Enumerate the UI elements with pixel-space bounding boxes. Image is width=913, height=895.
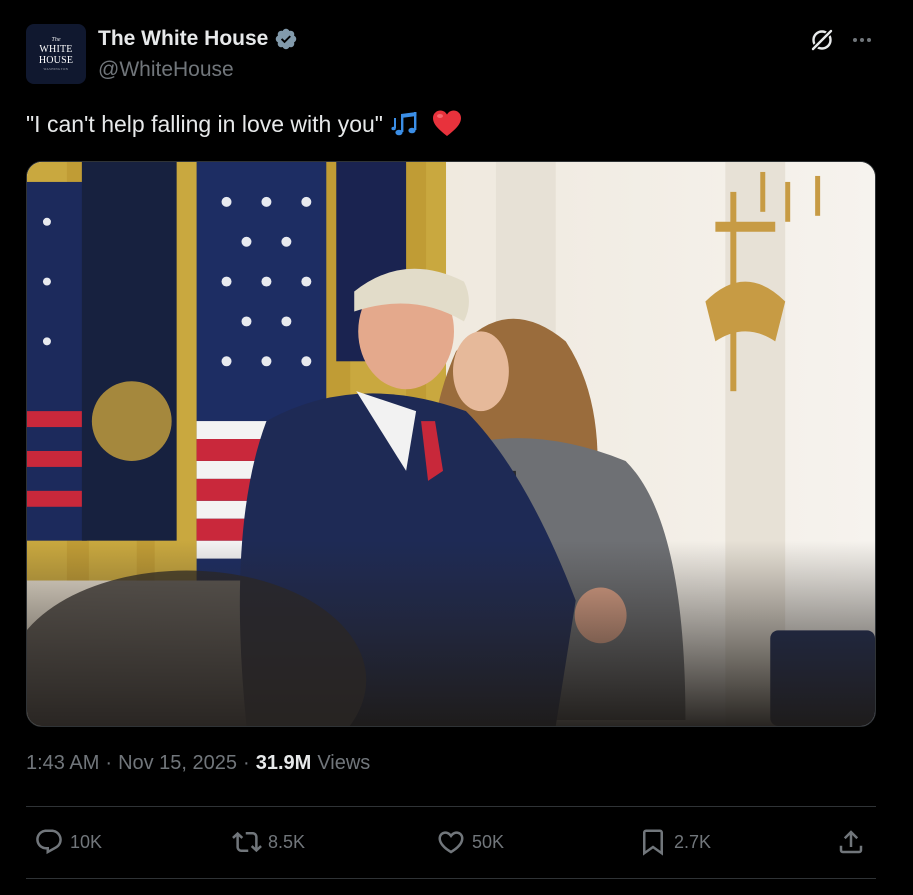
bookmark-button[interactable]: 2.7K xyxy=(638,826,711,858)
avatar-text-sub: WASHINGTON xyxy=(43,66,69,71)
display-name[interactable]: The White House xyxy=(98,27,268,51)
meta-separator: · xyxy=(243,752,250,774)
more-dot xyxy=(853,38,857,42)
share-button[interactable] xyxy=(836,826,866,858)
tweet-photo[interactable] xyxy=(26,161,876,727)
divider xyxy=(26,806,876,807)
photo-illustration xyxy=(27,162,875,726)
avatar-text-line2: HOUSE xyxy=(38,54,74,66)
reply-icon xyxy=(34,827,64,857)
verified-badge-icon[interactable] xyxy=(274,27,298,51)
retweet-icon xyxy=(232,827,262,857)
divider xyxy=(26,878,876,879)
bookmark-icon xyxy=(638,827,668,857)
tweet-text-row: "I can't help falling in love with you" xyxy=(26,108,463,140)
musical-notes-icon xyxy=(391,108,423,140)
views-label: Views xyxy=(317,752,371,774)
author-name-row: The White House xyxy=(98,27,298,51)
heart-icon xyxy=(436,827,466,857)
tweet-meta: 1:43 AM · Nov 15, 2025 · 31.9M Views xyxy=(26,752,370,775)
like-button[interactable]: 50K xyxy=(436,826,504,858)
reply-button[interactable]: 10K xyxy=(34,826,102,858)
more-dot xyxy=(867,38,871,42)
tweet-date[interactable]: Nov 15, 2025 xyxy=(118,752,237,775)
avatar-text-line1: WHITE xyxy=(39,43,73,55)
tweet-time[interactable]: 1:43 AM xyxy=(26,752,99,775)
grok-icon[interactable] xyxy=(808,26,836,54)
retweet-button[interactable]: 8.5K xyxy=(232,826,305,858)
avatar[interactable]: The WHITE HOUSE WASHINGTON xyxy=(26,24,86,84)
avatar-text-the: The xyxy=(51,36,61,43)
like-count: 50K xyxy=(472,831,505,852)
more-icon[interactable] xyxy=(848,26,876,54)
tweet-text: "I can't help falling in love with you" xyxy=(26,110,383,137)
meta-separator: · xyxy=(105,752,113,774)
views-count: 31.9M xyxy=(255,752,312,774)
tweet-card: The WHITE HOUSE WASHINGTON The White Hou… xyxy=(0,0,913,895)
more-dot xyxy=(860,38,864,42)
bookmark-count: 2.7K xyxy=(674,831,712,852)
share-icon xyxy=(836,827,866,857)
author-handle[interactable]: @WhiteHouse xyxy=(98,58,234,82)
reply-count: 10K xyxy=(70,831,103,852)
retweet-count: 8.5K xyxy=(268,831,306,852)
red-heart-icon xyxy=(431,108,463,140)
